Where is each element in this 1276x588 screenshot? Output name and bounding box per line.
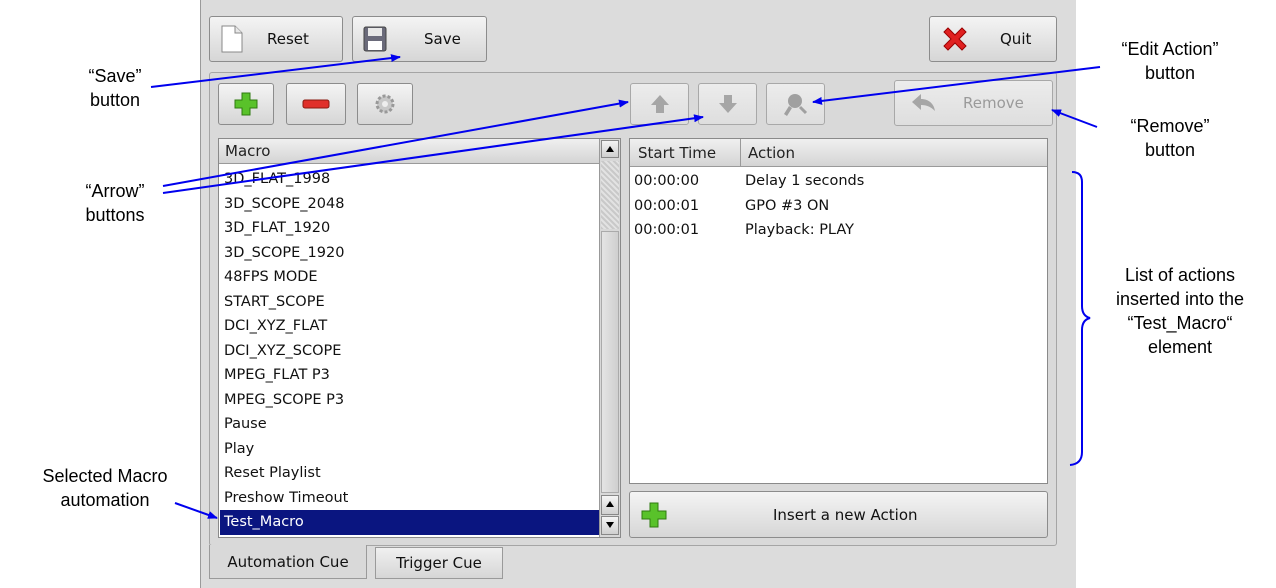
annotation-arrows	[150, 54, 1101, 519]
arrow-annotation-arrow-up	[162, 99, 629, 187]
edit-annotation-arrow	[812, 66, 1101, 105]
list-bracket	[1069, 171, 1091, 466]
save-annotation-arrow	[150, 54, 401, 88]
selected-annotation-arrow	[174, 502, 218, 519]
remove-annotation-arrow	[1051, 109, 1098, 128]
arrow-annotation-arrow-down	[162, 114, 704, 194]
